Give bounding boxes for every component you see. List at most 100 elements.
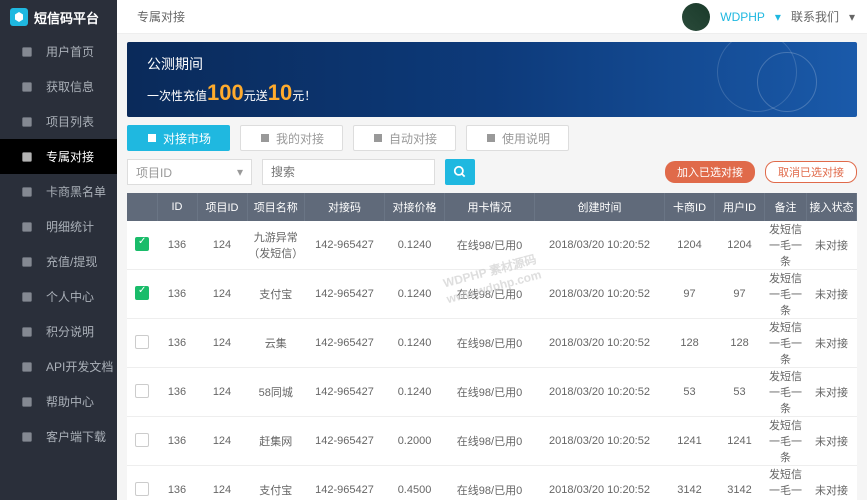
user-icon	[20, 290, 34, 304]
column-header: 备注	[765, 193, 807, 221]
column-header: 项目名称	[247, 193, 305, 221]
contact-link[interactable]: 联系我们	[791, 8, 839, 25]
row-checkbox[interactable]	[135, 335, 149, 349]
api-icon	[20, 360, 34, 374]
cell: 0.1240	[385, 270, 445, 319]
cell: 在线98/已用0	[445, 368, 535, 417]
tab-icon	[259, 132, 271, 144]
cell: 2018/03/20 10:20:52	[535, 270, 665, 319]
cell: 2018/03/20 10:20:52	[535, 368, 665, 417]
cell: 支付宝	[247, 466, 305, 500]
row-checkbox[interactable]	[135, 286, 149, 300]
sidebar-item-api[interactable]: API开发文档	[0, 349, 117, 384]
home-icon	[20, 45, 34, 59]
table-row: 136124云集142-9654270.1240在线98/已用02018/03/…	[127, 319, 857, 368]
sidebar-item-label: 用户首页	[46, 43, 94, 60]
cell: 赶集网	[247, 417, 305, 466]
cell: 128	[665, 319, 715, 368]
column-header: 用户ID	[715, 193, 765, 221]
cell: 124	[197, 270, 247, 319]
sidebar-item-label: 专属对接	[46, 148, 94, 165]
tab-对接市场[interactable]: 对接市场	[127, 125, 230, 151]
cell: 发短信一毛一条	[765, 466, 807, 500]
tab-自动对接[interactable]: 自动对接	[353, 125, 456, 151]
sidebar-item-home[interactable]: 用户首页	[0, 34, 117, 69]
table-row: 136124九游异常（发短信）142-9654270.1240在线98/已用02…	[127, 221, 857, 270]
tab-icon	[372, 132, 384, 144]
sidebar-item-label: 获取信息	[46, 78, 94, 95]
cell	[127, 319, 157, 368]
cell: 136	[157, 270, 197, 319]
sidebar-item-label: API开发文档	[46, 358, 113, 375]
sidebar-item-dl[interactable]: 客户端下载	[0, 419, 117, 454]
search-input[interactable]	[262, 159, 435, 185]
sidebar-item-list[interactable]: 项目列表	[0, 104, 117, 139]
cell: 在线98/已用0	[445, 319, 535, 368]
cell: 支付宝	[247, 270, 305, 319]
column-header	[127, 193, 157, 221]
cell: 136	[157, 319, 197, 368]
cell: 128	[715, 319, 765, 368]
sidebar-item-wallet[interactable]: 充值/提现	[0, 244, 117, 279]
sidebar-item-card[interactable]: 卡商黑名单	[0, 174, 117, 209]
cell: 未对接	[807, 466, 857, 500]
cell: 136	[157, 466, 197, 500]
cell: 发短信一毛一条	[765, 368, 807, 417]
sidebar-item-label: 卡商黑名单	[46, 183, 106, 200]
column-header: 卡商ID	[665, 193, 715, 221]
cell: 未对接	[807, 417, 857, 466]
sidebar-item-msg[interactable]: 获取信息	[0, 69, 117, 104]
cell: 2018/03/20 10:20:52	[535, 221, 665, 270]
table-row: 136124支付宝142-9654270.1240在线98/已用02018/03…	[127, 270, 857, 319]
cell: 在线98/已用0	[445, 221, 535, 270]
chevron-down-icon[interactable]: ▾	[775, 10, 781, 24]
tab-我的对接[interactable]: 我的对接	[240, 125, 343, 151]
filter-bar: 项目ID ▾ 加入已选对接 取消已选对接	[127, 159, 857, 185]
sidebar-item-label: 个人中心	[46, 288, 94, 305]
add-selected-button[interactable]: 加入已选对接	[665, 161, 755, 183]
cell: 142-965427	[305, 221, 385, 270]
cell: 0.1240	[385, 319, 445, 368]
cell	[127, 417, 157, 466]
link-icon	[20, 150, 34, 164]
chevron-down-icon[interactable]: ▾	[849, 10, 855, 24]
column-header: 对接码	[305, 193, 385, 221]
sidebar-item-point[interactable]: 积分说明	[0, 314, 117, 349]
project-id-select[interactable]: 项目ID ▾	[127, 159, 252, 185]
cell: 124	[197, 466, 247, 500]
sidebar-item-user[interactable]: 个人中心	[0, 279, 117, 314]
cell: 1241	[665, 417, 715, 466]
chart-icon	[20, 220, 34, 234]
cancel-selected-button[interactable]: 取消已选对接	[765, 161, 857, 183]
avatar[interactable]	[682, 3, 710, 31]
cell: 124	[197, 319, 247, 368]
cell: 0.1240	[385, 368, 445, 417]
sidebar-item-label: 客户端下载	[46, 428, 106, 445]
tab-使用说明[interactable]: 使用说明	[466, 125, 569, 151]
chevron-down-icon: ▾	[237, 165, 243, 179]
row-checkbox[interactable]	[135, 482, 149, 496]
row-checkbox[interactable]	[135, 237, 149, 251]
search-button[interactable]	[445, 159, 475, 185]
help-icon	[20, 395, 34, 409]
sidebar-item-help[interactable]: 帮助中心	[0, 384, 117, 419]
cell: 53	[665, 368, 715, 417]
user-name[interactable]: WDPHP	[720, 10, 765, 24]
cell: 发短信一毛一条	[765, 319, 807, 368]
main: 公测期间 一次性充值100元送10元！ 对接市场我的对接自动对接使用说明 项目I…	[117, 34, 867, 500]
sidebar-item-label: 积分说明	[46, 323, 94, 340]
sidebar-item-label: 明细统计	[46, 218, 94, 235]
sidebar-item-link[interactable]: 专属对接	[0, 139, 117, 174]
cell: 124	[197, 368, 247, 417]
column-header: ID	[157, 193, 197, 221]
cell: 1204	[665, 221, 715, 270]
cell: 58同城	[247, 368, 305, 417]
row-checkbox[interactable]	[135, 433, 149, 447]
sidebar-item-chart[interactable]: 明细统计	[0, 209, 117, 244]
cell: 124	[197, 221, 247, 270]
cell: 在线98/已用0	[445, 270, 535, 319]
cell: 136	[157, 221, 197, 270]
row-checkbox[interactable]	[135, 384, 149, 398]
cell: 97	[665, 270, 715, 319]
app-name: 短信码平台	[34, 8, 99, 27]
